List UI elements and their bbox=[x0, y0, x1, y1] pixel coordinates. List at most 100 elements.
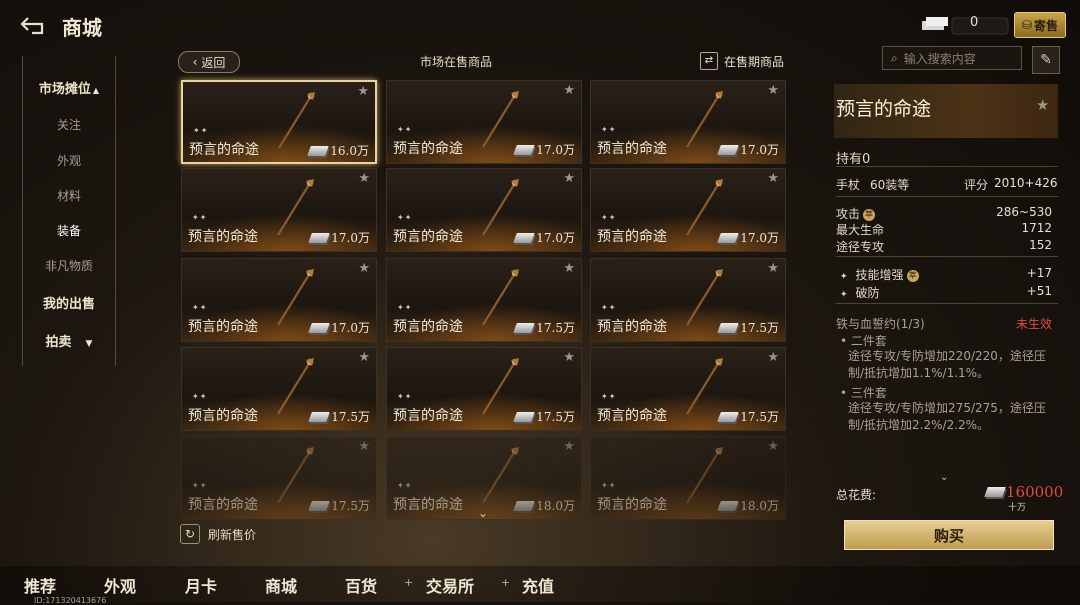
favorite-star-icon[interactable]: ★ bbox=[1036, 96, 1049, 114]
consign-icon: ⛁ bbox=[1021, 18, 1033, 32]
item-card[interactable]: ★ ✦✦ 预言的命途 17.5万 bbox=[590, 258, 786, 342]
bottom-tab-recharge[interactable]: 充值 bbox=[522, 573, 554, 597]
divider bbox=[836, 303, 1058, 304]
item-name: 预言的命途 bbox=[189, 142, 259, 158]
sidebar-item-follow[interactable]: 关注 bbox=[23, 116, 115, 133]
favorite-star-icon[interactable]: ★ bbox=[767, 261, 779, 276]
item-card[interactable]: ★ ✦✦ 预言的命途 18.0万 bbox=[590, 436, 786, 520]
item-card[interactable]: ★ ✦✦ 预言的命途 17.0万 bbox=[181, 168, 377, 252]
favorite-star-icon[interactable]: ★ bbox=[563, 261, 575, 276]
silver-currency-icon bbox=[717, 232, 740, 243]
favorite-star-icon[interactable]: ★ bbox=[563, 350, 575, 365]
price-value: 17.5万 bbox=[536, 321, 575, 335]
item-card[interactable]: ★ ✦✦ 预言的命途 17.0万 bbox=[181, 258, 377, 342]
favorite-star-icon[interactable]: ★ bbox=[358, 171, 370, 186]
item-card[interactable]: ★ ✦✦ 预言的命途 17.5万 bbox=[386, 347, 582, 431]
bottom-tab-department[interactable]: 百货 bbox=[345, 573, 377, 597]
silver-currency-icon bbox=[922, 17, 1009, 35]
spark-icon: ✦ bbox=[840, 290, 848, 300]
item-card[interactable]: ★ ✦✦ 预言的命途 17.5万 bbox=[590, 347, 786, 431]
favorite-star-icon[interactable]: ★ bbox=[563, 83, 575, 98]
divider bbox=[836, 196, 1058, 197]
favorite-star-icon[interactable]: ★ bbox=[767, 439, 779, 454]
favorite-star-icon[interactable]: ★ bbox=[358, 261, 370, 276]
refresh-price-button[interactable]: ↻ 刷新售价 bbox=[180, 523, 256, 545]
price-value: 17.5万 bbox=[740, 410, 779, 424]
divider bbox=[836, 166, 1058, 167]
sidebar-item-extraordinary[interactable]: 非凡物质 bbox=[23, 257, 115, 274]
favorite-star-icon[interactable]: ★ bbox=[767, 350, 779, 365]
bottom-tab-recommend[interactable]: 推荐 bbox=[24, 573, 56, 597]
favorite-star-icon[interactable]: ★ bbox=[767, 171, 779, 186]
caret-down-icon: ▼ bbox=[85, 339, 93, 349]
sidebar-item-appearance[interactable]: 外观 bbox=[23, 152, 115, 169]
sidebar-item-auction[interactable]: 拍卖 ▼ bbox=[23, 331, 115, 350]
bonus-break-value: +51 bbox=[1026, 284, 1052, 298]
set-name: 铁与血誓约(1/3) bbox=[836, 317, 925, 331]
sidebar-item-my-sales[interactable]: 我的出售 bbox=[23, 293, 115, 312]
silver-currency-icon bbox=[513, 411, 536, 422]
bottom-tab-appearance[interactable]: 外观 bbox=[104, 573, 136, 597]
chevron-down-icon: ⌄ bbox=[478, 506, 489, 520]
favorite-star-icon[interactable]: ★ bbox=[358, 439, 370, 454]
item-card[interactable]: ★ ✦✦ 预言的命途 17.5万 bbox=[181, 347, 377, 431]
rarity-spark-icon: ✦✦ bbox=[601, 392, 617, 401]
search-icon: ⌕ bbox=[891, 50, 898, 65]
item-card[interactable]: ★ ✦✦ 预言的命途 17.0万 bbox=[590, 168, 786, 252]
item-price: 17.0万 bbox=[717, 229, 779, 246]
item-price: 17.0万 bbox=[308, 229, 370, 246]
separator-icon: + bbox=[501, 576, 511, 589]
left-sidebar: 市场摊位 ▲ 关注 外观 材料 装备 非凡物质 我的出售 拍卖 ▼ bbox=[22, 56, 116, 366]
notes-icon[interactable]: ✎ bbox=[1032, 46, 1060, 74]
item-price: 17.5万 bbox=[308, 408, 370, 425]
item-name: 预言的命途 bbox=[188, 319, 258, 335]
item-price: 18.0万 bbox=[513, 497, 575, 514]
back-arrow-icon[interactable] bbox=[18, 14, 48, 36]
bonus-break-label: ✦ 破防 bbox=[840, 286, 880, 300]
rarity-spark-icon: ✦✦ bbox=[601, 303, 617, 312]
item-card[interactable]: ★ ✦✦ 预言的命途 17.0万 bbox=[386, 80, 582, 164]
sidebar-item-label: 市场摊位 bbox=[38, 82, 91, 97]
favorite-star-icon[interactable]: ★ bbox=[357, 84, 369, 99]
item-card[interactable]: ★ ✦✦ 预言的命途 17.5万 bbox=[181, 436, 377, 520]
silver-currency-icon bbox=[308, 322, 331, 333]
search-input[interactable]: ⌕ 输入搜索内容 bbox=[882, 46, 1022, 70]
item-price: 17.0万 bbox=[513, 141, 575, 158]
item-name: 预言的命途 bbox=[188, 229, 258, 245]
buy-button[interactable]: 购买 bbox=[844, 520, 1054, 550]
back-label: 返回 bbox=[201, 55, 226, 70]
favorite-star-icon[interactable]: ★ bbox=[358, 350, 370, 365]
chevron-down-icon: ⌄ bbox=[940, 472, 949, 483]
silver-currency-icon bbox=[717, 500, 740, 511]
price-value: 17.0万 bbox=[331, 231, 370, 245]
item-card[interactable]: ★ ✦✦ 预言的命途 16.0万 bbox=[181, 80, 377, 164]
back-button[interactable]: ‹ 返回 bbox=[178, 51, 240, 73]
silver-currency-icon bbox=[513, 322, 536, 333]
rarity-spark-icon: ✦✦ bbox=[192, 303, 208, 312]
refresh-label: 刷新售价 bbox=[208, 527, 257, 542]
rarity-spark-icon: ✦✦ bbox=[397, 303, 413, 312]
item-card[interactable]: ★ ✦✦ 预言的命途 17.0万 bbox=[590, 80, 786, 164]
owned-count: 持有0 bbox=[836, 152, 871, 167]
consign-label: 寄售 bbox=[1034, 18, 1059, 33]
favorite-star-icon[interactable]: ★ bbox=[767, 83, 779, 98]
item-price: 17.5万 bbox=[717, 408, 779, 425]
rarity-spark-icon: ✦✦ bbox=[397, 392, 413, 401]
item-price: 17.5万 bbox=[513, 319, 575, 336]
sidebar-item-equipment[interactable]: 装备 bbox=[23, 222, 115, 239]
bottom-tab-monthly-card[interactable]: 月卡 bbox=[185, 573, 217, 597]
item-card[interactable]: ★ ✦✦ 预言的命途 17.0万 bbox=[386, 168, 582, 252]
consign-button[interactable]: ⛁ 寄售 bbox=[1014, 12, 1066, 38]
item-card[interactable]: ★ ✦✦ 预言的命途 17.5万 bbox=[386, 258, 582, 342]
bottom-tab-mall[interactable]: 商城 bbox=[265, 573, 297, 597]
favorite-star-icon[interactable]: ★ bbox=[563, 171, 575, 186]
sidebar-item-materials[interactable]: 材料 bbox=[23, 187, 115, 204]
bottom-tab-exchange[interactable]: 交易所 bbox=[426, 573, 474, 597]
rarity-spark-icon: ✦✦ bbox=[601, 481, 617, 490]
divider bbox=[836, 256, 1058, 257]
item-title: 预言的命途 bbox=[836, 98, 932, 120]
sidebar-item-market-stall[interactable]: 市场摊位 ▲ bbox=[23, 78, 115, 97]
favorite-star-icon[interactable]: ★ bbox=[563, 439, 575, 454]
set-two-label: • 二件套 bbox=[840, 334, 887, 348]
onsale-toggle[interactable]: ⇄ 在售期商品 bbox=[700, 51, 800, 71]
